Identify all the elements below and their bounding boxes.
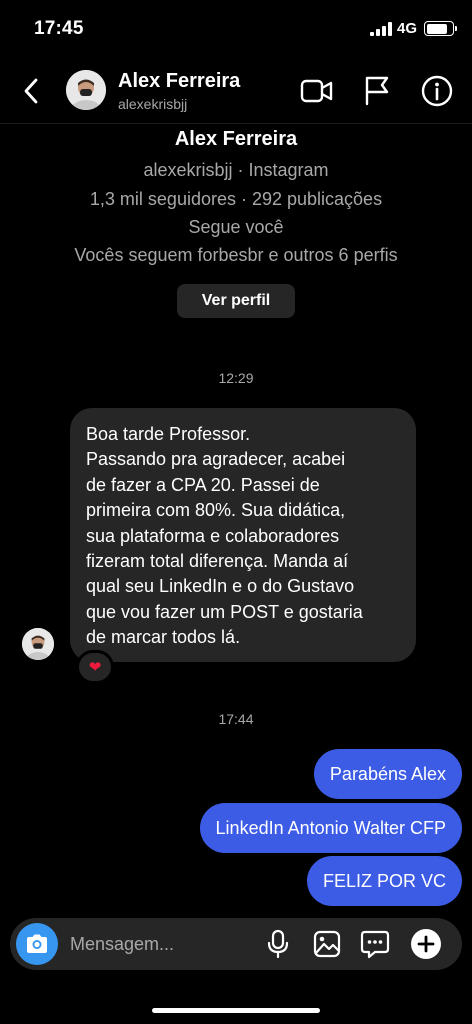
outgoing-message[interactable]: Parabéns Alex	[313, 749, 462, 799]
heart-reaction[interactable]: ❤	[76, 650, 114, 684]
battery-icon	[424, 21, 457, 36]
message-input[interactable]	[70, 932, 250, 956]
header-username[interactable]: alexekrisbjj	[118, 96, 187, 112]
back-button[interactable]	[16, 74, 46, 108]
mutual-followers: Vocês seguem forbesbr e outros 6 perfis	[74, 245, 398, 265]
chat-header: Alex Ferreira alexekrisbjj	[0, 58, 472, 124]
profile-handle: alexekrisbjj · Instagram	[143, 160, 329, 180]
avatar[interactable]	[66, 70, 106, 110]
camera-button[interactable]	[16, 923, 58, 965]
info-button[interactable]	[420, 74, 454, 108]
sender-avatar[interactable]	[22, 628, 54, 660]
heart-icon: ❤	[88, 659, 102, 676]
outgoing-message[interactable]: LinkedIn Antonio Walter CFP	[199, 803, 462, 853]
status-bar: 17:45 4G	[0, 0, 472, 58]
avatar-photo	[22, 628, 54, 660]
gallery-icon[interactable]	[312, 929, 342, 959]
sticker-icon[interactable]	[360, 929, 390, 959]
home-indicator	[152, 1008, 320, 1013]
profile-stats: 1,3 mil seguidores · 292 publicações	[89, 189, 383, 209]
network-label: 4G	[397, 20, 418, 37]
timestamp: 12:29	[218, 370, 254, 386]
follows-you-label: Segue você	[188, 217, 284, 237]
flag-button[interactable]	[362, 74, 392, 106]
profile-name: Alex Ferreira	[174, 128, 298, 150]
view-profile-button[interactable]: Ver perfil	[177, 284, 295, 318]
timestamp: 17:44	[218, 711, 254, 727]
plus-icon[interactable]	[410, 928, 442, 960]
video-call-button[interactable]	[300, 76, 334, 106]
microphone-icon[interactable]	[266, 929, 290, 959]
camera-icon	[27, 934, 47, 953]
outgoing-message[interactable]: FELIZ POR VC	[306, 856, 462, 906]
avatar-photo	[66, 70, 106, 110]
message-composer	[10, 918, 462, 970]
incoming-message[interactable]: Boa tarde Professor. Passando pra agrade…	[70, 408, 416, 662]
status-time: 17:45	[34, 18, 84, 39]
signal-icon	[370, 22, 392, 36]
header-name[interactable]: Alex Ferreira	[118, 70, 240, 93]
